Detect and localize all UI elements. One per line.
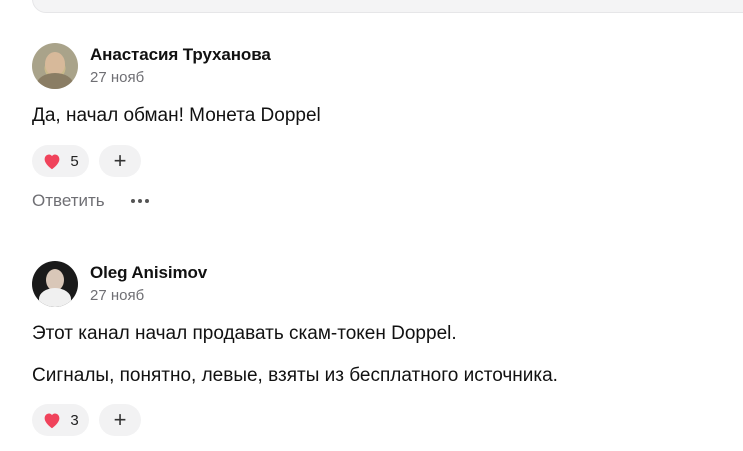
comment-header: Анастасия Труханова 27 нояб — [32, 43, 321, 89]
plus-icon: + — [113, 148, 127, 173]
author-name[interactable]: Анастасия Труханова — [90, 44, 271, 66]
avatar[interactable] — [32, 43, 78, 89]
reply-button[interactable]: Ответить — [32, 191, 105, 211]
comment-meta: Oleg Anisimov 27 нояб — [90, 262, 207, 307]
author-name[interactable]: Oleg Anisimov — [90, 262, 207, 284]
comment-text: Этот канал начал продавать скам-токен Do… — [32, 323, 457, 344]
comment-date: 27 нояб — [90, 287, 145, 304]
comment: Oleg Anisimov 27 нояб Этот канал начал п… — [32, 261, 558, 436]
add-reaction-button[interactable]: + — [99, 404, 141, 436]
reactions-bar: 3 + — [32, 404, 558, 436]
plus-icon: + — [113, 407, 127, 432]
comment-header: Oleg Anisimov 27 нояб — [32, 261, 558, 307]
add-reaction-button[interactable]: + — [99, 145, 141, 177]
comment-text: Да, начал обман! Монета Doppel — [32, 105, 321, 126]
comment-date: 27 нояб — [90, 69, 145, 86]
comment: Анастасия Труханова 27 нояб Да, начал об… — [32, 43, 321, 211]
like-count: 5 — [70, 152, 79, 170]
avatar[interactable] — [32, 261, 78, 307]
comment-actions: Ответить — [32, 191, 321, 211]
heart-icon — [44, 154, 60, 170]
heart-icon — [44, 413, 60, 429]
comment-text: Сигналы, понятно, левые, взяты из беспла… — [32, 365, 558, 386]
comment-meta: Анастасия Труханова 27 нояб — [90, 44, 271, 89]
like-button[interactable]: 3 — [32, 404, 89, 436]
more-icon[interactable] — [130, 199, 149, 203]
like-button[interactable]: 5 — [32, 145, 89, 177]
like-count: 3 — [70, 411, 79, 429]
reactions-bar: 5 + — [32, 145, 321, 177]
comment-input-box[interactable] — [32, 0, 743, 13]
